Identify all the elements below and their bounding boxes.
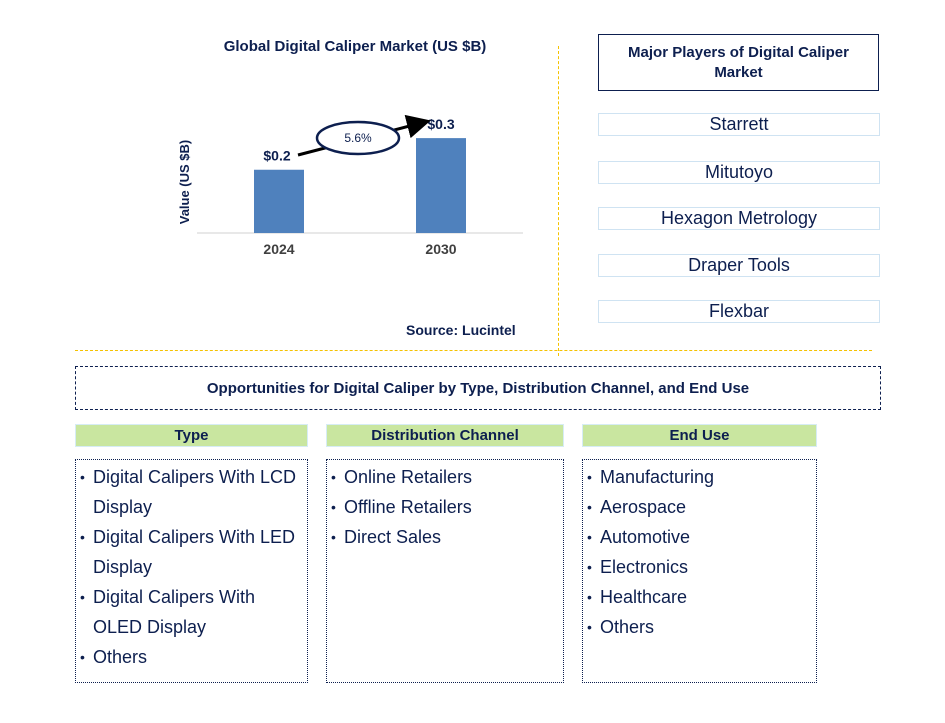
list-item: Manufacturing (587, 462, 812, 492)
data-label-2030: $0.3 (427, 116, 454, 132)
bar-2030 (416, 138, 466, 233)
end-use-list-box: ManufacturingAerospaceAutomotiveElectron… (582, 459, 817, 683)
horizontal-divider (75, 350, 872, 351)
list-item: Automotive (587, 522, 812, 552)
player-item: Mitutoyo (598, 161, 880, 184)
list-item: Offline Retailers (331, 492, 559, 522)
list-item: Digital Calipers With LED Display (80, 522, 303, 582)
data-label-2024: $0.2 (263, 148, 290, 164)
bar-2024 (254, 169, 304, 233)
x-tick-label-2024: 2024 (263, 241, 294, 257)
cagr-label: 5.6% (344, 131, 372, 145)
list-item: Electronics (587, 552, 812, 582)
players-title: Major Players of Digital Caliper Market (598, 34, 879, 91)
list-item: Others (80, 642, 303, 672)
list-item: Others (587, 612, 812, 642)
opportunities-title: Opportunities for Digital Caliper by Typ… (75, 366, 881, 410)
player-item: Hexagon Metrology (598, 207, 880, 230)
player-item: Draper Tools (598, 254, 880, 277)
column-header-type: Type (75, 424, 308, 447)
list-item: Healthcare (587, 582, 812, 612)
distribution-channel-list-box: Online RetailersOffline RetailersDirect … (326, 459, 564, 683)
source-label: Source: Lucintel (406, 322, 516, 338)
column-header-distribution-channel: Distribution Channel (326, 424, 564, 447)
list-item: Online Retailers (331, 462, 559, 492)
vertical-divider (558, 46, 559, 356)
list-item: Digital Calipers With LCD Display (80, 462, 303, 522)
list-item: Digital Calipers With OLED Display (80, 582, 303, 642)
list-item: Direct Sales (331, 522, 559, 552)
x-tick-label-2030: 2030 (425, 241, 456, 257)
player-item: Starrett (598, 113, 880, 136)
player-item: Flexbar (598, 300, 880, 323)
cagr-annotation: 5.6% (297, 114, 431, 157)
type-list-box: Digital Calipers With LCD DisplayDigital… (75, 459, 308, 683)
y-axis-label: Value (US $B) (177, 140, 192, 225)
list-item: Aerospace (587, 492, 812, 522)
column-header-end-use: End Use (582, 424, 817, 447)
